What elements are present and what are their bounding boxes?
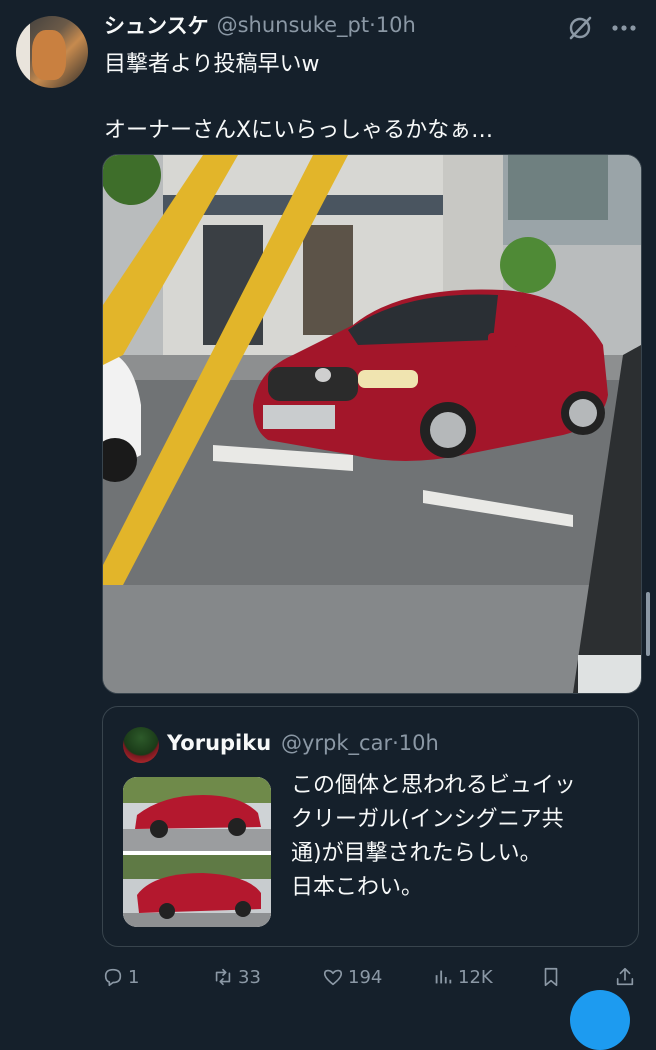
- quoted-text-line: 日本こわい。: [291, 875, 424, 900]
- tweet-time: 10h: [375, 13, 416, 37]
- reply-count: 1: [128, 966, 140, 988]
- bookmark-button[interactable]: [540, 962, 562, 992]
- retweet-icon: [215, 968, 231, 986]
- grok-icon[interactable]: [566, 14, 594, 42]
- quoted-text-line: この個体と思われるビュイッ: [291, 773, 576, 798]
- car-photo-illustration: [103, 155, 641, 693]
- quoted-text-line: 通)が目撃されたらしい。: [291, 841, 542, 866]
- quoted-text-line: クリーガル(インシグニア共: [291, 807, 564, 832]
- author-handle[interactable]: @shunsuke_pt·10h: [217, 13, 416, 37]
- tweet-text-line2: オーナーさんXにいらっしゃるかなぁ…: [104, 118, 494, 143]
- tweet-text-line1: 目撃者より投稿早いw: [104, 52, 320, 77]
- avatar-background: [16, 16, 30, 88]
- scrollbar[interactable]: [646, 592, 650, 656]
- quoted-thumbnail-illustration: [123, 777, 271, 927]
- quoted-tweet[interactable]: Yorupiku @yrpk_car·10h この個体と思われるビュイッ クリー…: [102, 706, 639, 947]
- more-icon[interactable]: [610, 16, 638, 40]
- author-display-name[interactable]: シュンスケ: [104, 10, 209, 40]
- retweet-button[interactable]: 33: [212, 962, 261, 992]
- bookmark-icon: [544, 967, 558, 987]
- quoted-text: この個体と思われるビュイッ クリーガル(インシグニア共 通)が目撃されたらしい。…: [291, 769, 621, 905]
- author-avatar[interactable]: [16, 16, 88, 88]
- share-icon: [616, 967, 634, 986]
- compose-fab-button[interactable]: [570, 990, 630, 1050]
- tweet-action-bar: 1 33 194 12K: [102, 962, 642, 992]
- tweet-header: シュンスケ @shunsuke_pt·10h: [104, 10, 416, 40]
- tweet-photo[interactable]: [102, 154, 642, 694]
- quoted-handle[interactable]: @yrpk_car·10h: [281, 731, 439, 755]
- quoted-display-name[interactable]: Yorupiku: [167, 731, 271, 755]
- reply-icon: [104, 968, 122, 987]
- like-icon: [323, 969, 343, 986]
- like-button[interactable]: 194: [322, 962, 382, 992]
- reply-button[interactable]: 1: [102, 962, 139, 992]
- quoted-thumbnail[interactable]: [123, 777, 271, 927]
- quoted-author-avatar[interactable]: [123, 727, 159, 763]
- avatar-cat: [32, 30, 66, 80]
- views-icon: [435, 970, 452, 984]
- like-count: 194: [348, 966, 383, 988]
- retweet-count: 33: [238, 966, 261, 988]
- view-count: 12K: [458, 966, 493, 988]
- quoted-time: 10h: [398, 731, 439, 755]
- views-button[interactable]: 12K: [432, 962, 493, 992]
- share-button[interactable]: [614, 962, 636, 992]
